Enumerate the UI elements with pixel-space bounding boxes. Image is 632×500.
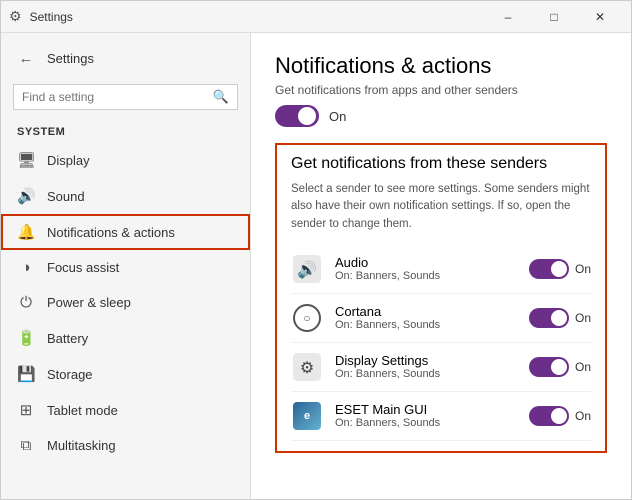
sidebar-item-multitasking[interactable]: ⧉ Multitasking (1, 428, 250, 463)
eset-name: ESET Main GUI (335, 402, 517, 417)
cortana-toggle-knob (551, 310, 567, 326)
storage-icon: 💾 (17, 365, 35, 383)
audio-toggle-group: On (529, 259, 591, 279)
cortana-toggle-group: On (529, 308, 591, 328)
main-content: Notifications & actions Get notification… (251, 33, 631, 499)
sidebar: ← Settings 🔍 System 🖥 Display 🔊 Sound 🔔 (1, 33, 251, 499)
sidebar-item-power[interactable]: ⏻ Power & sleep (1, 285, 250, 320)
eset-toggle-label: On (575, 409, 591, 423)
cortana-circle-icon: ○ (293, 304, 321, 332)
main-toggle[interactable] (275, 105, 319, 127)
settings-app-icon: ⚙ (9, 8, 22, 25)
notifications-icon: 🔔 (17, 223, 35, 241)
toggle-knob (298, 107, 316, 125)
eset-info: ESET Main GUI On: Banners, Sounds (335, 402, 517, 429)
title-bar-left: ⚙ Settings (9, 8, 73, 25)
senders-title: Get notifications from these senders (291, 155, 591, 173)
power-label: Power & sleep (47, 295, 131, 310)
sender-eset[interactable]: e ESET Main GUI On: Banners, Sounds On (291, 392, 591, 441)
sidebar-item-tablet[interactable]: ⊞ Tablet mode (1, 392, 250, 428)
sidebar-item-notifications[interactable]: 🔔 Notifications & actions (1, 214, 250, 250)
battery-icon: 🔋 (17, 329, 35, 347)
notifications-label: Notifications & actions (47, 225, 175, 240)
title-bar: ⚙ Settings – □ ✕ (1, 1, 631, 33)
close-button[interactable]: ✕ (577, 1, 623, 33)
search-box[interactable]: 🔍 (13, 84, 238, 110)
focus-label: Focus assist (47, 260, 119, 275)
display-label: Display (47, 153, 90, 168)
multitasking-label: Multitasking (47, 438, 116, 453)
section-label: System (1, 118, 250, 142)
eset-toggle-knob (551, 408, 567, 424)
audio-info: Audio On: Banners, Sounds (335, 255, 517, 282)
cortana-app-icon: ○ (291, 302, 323, 334)
main-toggle-label: On (329, 109, 346, 124)
sidebar-item-sound[interactable]: 🔊 Sound (1, 178, 250, 214)
cortana-toggle-label: On (575, 311, 591, 325)
eset-toggle-group: On (529, 406, 591, 426)
tablet-icon: ⊞ (17, 401, 35, 419)
title-bar-title: Settings (30, 10, 73, 24)
sound-icon: 🔊 (17, 187, 35, 205)
cortana-sub: On: Banners, Sounds (335, 319, 517, 331)
display-settings-icon: ⚙ (291, 351, 323, 383)
eset-logo-icon: e (293, 402, 321, 430)
svg-text:🔊: 🔊 (297, 260, 317, 279)
display-icon: 🖥 (17, 151, 35, 169)
audio-name: Audio (335, 255, 517, 270)
display-settings-toggle-knob (551, 359, 567, 375)
minimize-button[interactable]: – (485, 1, 531, 33)
main-toggle-row: On (275, 105, 607, 127)
sidebar-back-label: Settings (47, 51, 94, 66)
multitasking-icon: ⧉ (17, 437, 35, 454)
back-icon: ← (17, 50, 35, 67)
audio-sub: On: Banners, Sounds (335, 270, 517, 282)
display-settings-toggle-label: On (575, 360, 591, 374)
cortana-info: Cortana On: Banners, Sounds (335, 304, 517, 331)
display-settings-toggle-group: On (529, 357, 591, 377)
display-settings-info: Display Settings On: Banners, Sounds (335, 353, 517, 380)
senders-section: Get notifications from these senders Sel… (275, 143, 607, 453)
settings-window: ⚙ Settings – □ ✕ ← Settings 🔍 System (0, 0, 632, 500)
page-subtitle: Get notifications from apps and other se… (275, 83, 607, 97)
display-settings-name: Display Settings (335, 353, 517, 368)
sidebar-home[interactable]: ← Settings (1, 41, 250, 76)
audio-app-icon: 🔊 (291, 253, 323, 285)
audio-toggle-label: On (575, 262, 591, 276)
sender-display-settings[interactable]: ⚙ Display Settings On: Banners, Sounds O… (291, 343, 591, 392)
cortana-toggle[interactable] (529, 308, 569, 328)
cortana-name: Cortana (335, 304, 517, 319)
display-settings-sub: On: Banners, Sounds (335, 368, 517, 380)
display-settings-toggle[interactable] (529, 357, 569, 377)
eset-toggle[interactable] (529, 406, 569, 426)
sidebar-item-focus[interactable]: ◑ Focus assist (1, 250, 250, 285)
search-icon: 🔍 (213, 89, 229, 105)
storage-label: Storage (47, 367, 93, 382)
eset-sub: On: Banners, Sounds (335, 417, 517, 429)
sidebar-item-battery[interactable]: 🔋 Battery (1, 320, 250, 356)
power-icon: ⏻ (17, 294, 35, 311)
window-content: ← Settings 🔍 System 🖥 Display 🔊 Sound 🔔 (1, 33, 631, 499)
maximize-button[interactable]: □ (531, 1, 577, 33)
svg-text:⚙: ⚙ (300, 360, 314, 377)
title-bar-controls: – □ ✕ (485, 1, 623, 33)
page-title: Notifications & actions (275, 53, 607, 79)
sidebar-item-storage[interactable]: 💾 Storage (1, 356, 250, 392)
search-input[interactable] (22, 90, 207, 104)
sound-label: Sound (47, 189, 85, 204)
sender-audio[interactable]: 🔊 Audio On: Banners, Sounds On (291, 245, 591, 294)
focus-icon: ◑ (17, 259, 35, 276)
audio-toggle[interactable] (529, 259, 569, 279)
sidebar-item-display[interactable]: 🖥 Display (1, 142, 250, 178)
audio-toggle-knob (551, 261, 567, 277)
senders-desc: Select a sender to see more settings. So… (291, 181, 591, 233)
tablet-label: Tablet mode (47, 403, 118, 418)
sender-cortana[interactable]: ○ Cortana On: Banners, Sounds On (291, 294, 591, 343)
eset-app-icon: e (291, 400, 323, 432)
battery-label: Battery (47, 331, 88, 346)
